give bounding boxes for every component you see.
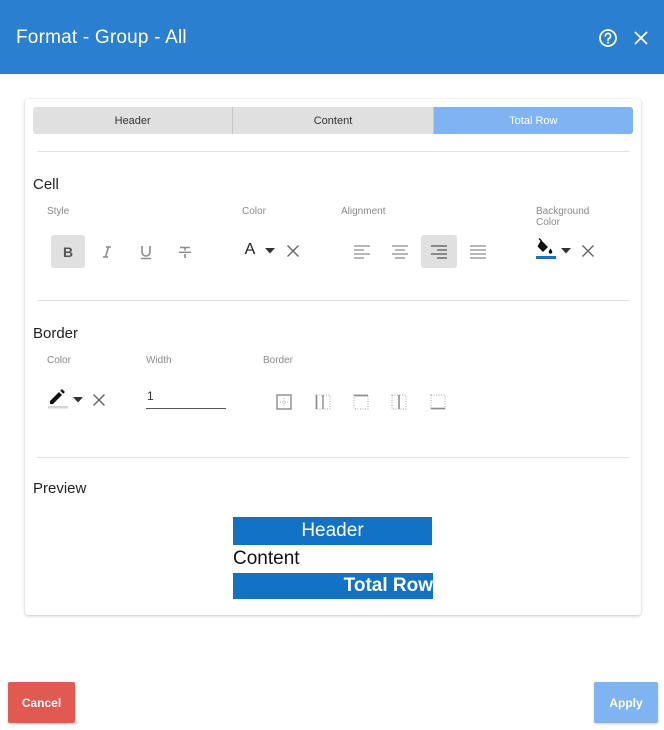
underline-icon: [141, 245, 151, 259]
border-color-label: Color: [47, 355, 71, 366]
clear-border-color-button[interactable]: [87, 383, 111, 416]
align-center-icon: [392, 244, 408, 259]
caret-down-icon: [73, 396, 83, 402]
border-bottom-icon: [430, 393, 446, 410]
preview-section-title: Preview: [33, 480, 87, 497]
pencil-icon: [48, 388, 68, 408]
tab-total-row[interactable]: Total Row: [432, 107, 633, 134]
italic-button[interactable]: [90, 235, 124, 268]
background-color-button[interactable]: [533, 232, 559, 265]
clear-icon: [93, 393, 105, 406]
tab-header[interactable]: Header: [33, 107, 233, 134]
bold-button[interactable]: B: [51, 235, 85, 268]
caret-down-icon: [265, 247, 275, 253]
align-left-button[interactable]: [345, 235, 379, 268]
strikethrough-icon: [179, 246, 191, 258]
border-top-icon: [353, 393, 369, 410]
alignment-label: Alignment: [341, 206, 386, 217]
cancel-button[interactable]: Cancel: [8, 682, 75, 723]
dialog-title: Format - Group - All: [16, 27, 187, 48]
clear-background-button[interactable]: [576, 234, 600, 267]
style-label: Style: [47, 206, 70, 217]
font-color-dropdown[interactable]: [263, 234, 277, 267]
align-justify-icon: [470, 244, 486, 259]
apply-button[interactable]: Apply: [594, 682, 658, 723]
border-left-button[interactable]: [306, 385, 340, 418]
border-color-dropdown[interactable]: [71, 383, 85, 416]
caret-down-icon: [561, 247, 571, 253]
border-style-label: Border: [263, 355, 294, 366]
preview-header: Header: [233, 517, 432, 545]
cell-color-label: Color: [242, 206, 266, 217]
border-width-input[interactable]: [146, 384, 226, 409]
strikethrough-button[interactable]: [168, 235, 202, 268]
format-tabs: Header Content Total Row: [33, 107, 633, 134]
align-right-icon: [431, 244, 447, 259]
dialog-titlebar: Format - Group - All: [0, 0, 664, 74]
underline-button[interactable]: [129, 235, 163, 268]
border-outer-icon: [276, 393, 292, 410]
tab-content[interactable]: Content: [232, 107, 433, 134]
divider: [37, 300, 629, 301]
svg-text:B: B: [63, 244, 73, 260]
border-color-button[interactable]: [45, 381, 71, 414]
border-outer-button[interactable]: [267, 385, 301, 418]
divider: [37, 151, 629, 152]
border-top-button[interactable]: [344, 385, 378, 418]
border-left-icon: [315, 393, 331, 410]
align-right-button[interactable]: [421, 235, 457, 268]
align-justify-button[interactable]: [461, 235, 495, 268]
background-color-label-line2: Color: [536, 217, 560, 228]
cell-section-title: Cell: [33, 176, 59, 193]
border-section-title: Border: [33, 325, 79, 342]
fill-bucket-icon: [536, 237, 556, 259]
align-left-icon: [354, 244, 370, 259]
border-width-label: Width: [146, 355, 172, 366]
bold-icon: B: [63, 244, 73, 260]
help-icon[interactable]: [597, 27, 619, 49]
background-color-label-line1: Background: [536, 206, 590, 217]
border-vertical-button[interactable]: [382, 385, 416, 418]
font-color-icon: A: [244, 240, 256, 258]
clear-font-color-button[interactable]: [281, 234, 305, 267]
close-icon[interactable]: [630, 27, 652, 49]
preview-content: Content: [233, 548, 300, 569]
preview-total-row: Total Row: [233, 573, 433, 599]
border-vertical-icon: [391, 393, 407, 410]
background-color-dropdown[interactable]: [559, 234, 573, 267]
format-card: Header Content Total Row Cell Style Colo…: [25, 99, 641, 615]
clear-icon: [287, 244, 299, 257]
align-center-button[interactable]: [383, 235, 417, 268]
border-bottom-button[interactable]: [421, 385, 455, 418]
divider: [37, 457, 629, 458]
italic-icon: [103, 245, 111, 258]
font-color-button[interactable]: A: [239, 233, 261, 266]
clear-icon: [582, 244, 594, 257]
